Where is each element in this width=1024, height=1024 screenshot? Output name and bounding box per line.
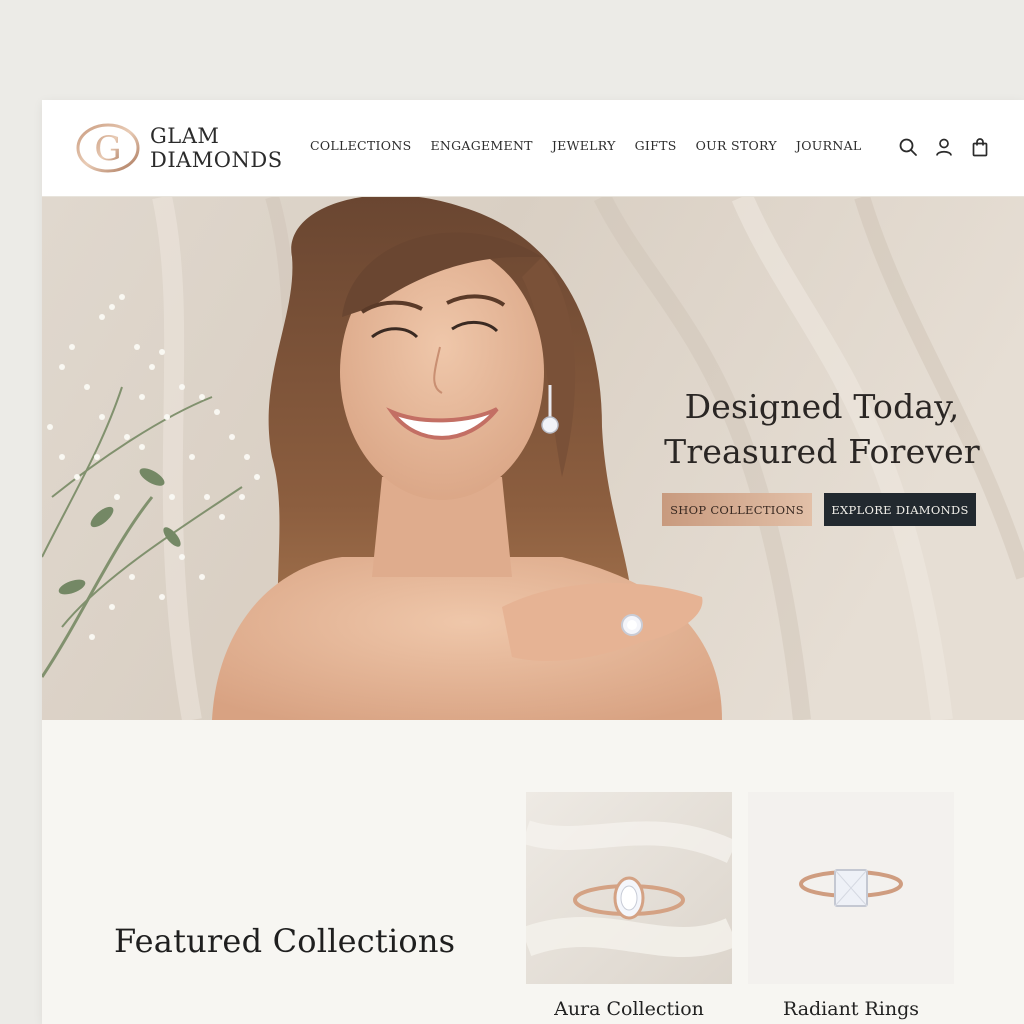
aura-ring-image [526,792,732,984]
search-icon[interactable] [898,137,918,157]
site-header: G GLAM DIAMONDS COLLECTIONS ENGAGEMENT J… [42,100,1024,197]
hero-title-line2: Treasured Forever [664,432,980,471]
brand-name-line2: DIAMONDS [150,148,283,172]
hero-banner: Designed Today, Treasured Forever SHOP C… [42,197,1024,720]
monogram-logo-icon: G [76,123,140,173]
card-label: Radiant Rings [782,998,920,1020]
header-icons [898,137,990,157]
brand-name: GLAM DIAMONDS [150,124,283,172]
hero-buttons: SHOP COLLECTIONS EXPLORE DIAMONDS [662,493,976,526]
brand-logo[interactable]: G GLAM DIAMONDS [76,122,283,174]
explore-diamonds-button[interactable]: EXPLORE DIAMONDS [824,493,976,526]
brand-name-line1: GLAM [150,124,220,148]
nav-item-collections[interactable]: COLLECTIONS [310,138,411,153]
nav-item-jewelry[interactable]: JEWELRY [552,138,616,153]
main-nav: COLLECTIONS ENGAGEMENT JEWELRY GIFTS OUR… [310,138,862,153]
page: G GLAM DIAMONDS COLLECTIONS ENGAGEMENT J… [42,100,1024,1024]
card-label: Aura Collection [554,998,704,1020]
collection-card-aura[interactable]: Aura Collection [526,792,732,1020]
nav-item-engagement[interactable]: ENGAGEMENT [430,138,532,153]
radiant-ring-image [748,792,954,984]
account-icon[interactable] [934,137,954,157]
featured-collections-heading: Featured Collections [114,922,456,960]
svg-text:G: G [94,129,121,169]
nav-item-gifts[interactable]: GIFTS [635,138,677,153]
nav-item-our-story[interactable]: OUR STORY [696,138,777,153]
shop-collections-button[interactable]: SHOP COLLECTIONS [662,493,812,526]
hero-title-line1: Designed Today, [684,387,960,426]
collection-card-radiant[interactable]: Radiant Rings [748,792,954,1020]
hero-title: Designed Today, Treasured Forever [642,384,1002,474]
shopping-bag-icon[interactable] [970,137,990,157]
nav-item-journal[interactable]: JOURNAL [796,138,862,153]
